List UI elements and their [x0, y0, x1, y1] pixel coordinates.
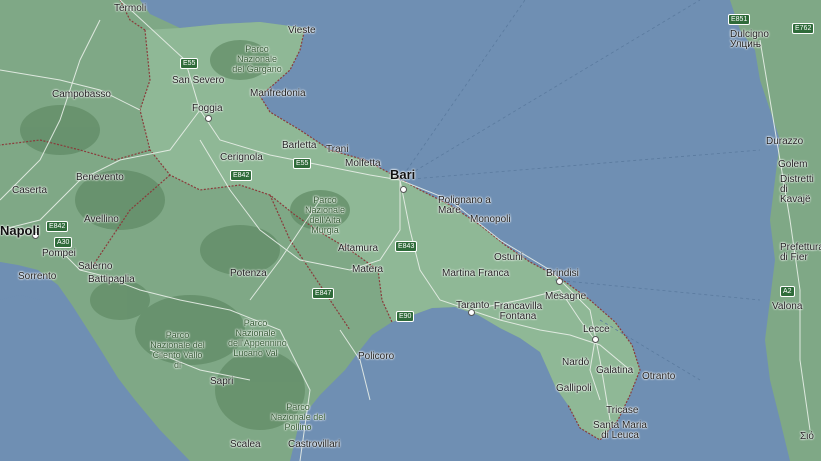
city-label-caserta[interactable]: Caserta: [12, 186, 47, 196]
city-label-durazzo[interactable]: Durazzo: [766, 137, 803, 147]
city-label-monopoli[interactable]: Monopoli: [470, 215, 511, 225]
road-shield-e851: E851: [728, 14, 751, 25]
city-label-benevento[interactable]: Benevento: [76, 173, 124, 183]
city-label-kavaje[interactable]: Distretti di Kavajë: [780, 175, 820, 205]
city-label-polignano[interactable]: Polignano a Mare: [438, 196, 496, 216]
city-label-altamura[interactable]: Altamura: [338, 244, 378, 254]
city-label-avellino[interactable]: Avellino: [84, 215, 119, 225]
road-shield-e55-mid: E55: [293, 158, 312, 169]
road-shield-e847: E847: [312, 288, 335, 299]
city-label-brindisi[interactable]: Brindisi: [546, 269, 579, 279]
city-label-tricase[interactable]: Tricase: [606, 406, 638, 416]
road-shield-e762: E762: [792, 23, 815, 34]
city-label-otranto[interactable]: Otranto: [642, 372, 675, 382]
city-label-martina[interactable]: Martina Franca: [442, 269, 509, 279]
road-shield-a2: A2: [780, 286, 795, 297]
city-label-mesagne[interactable]: Mesagne: [545, 292, 586, 302]
city-label-san-severo[interactable]: San Severo: [172, 76, 224, 86]
city-label-valona[interactable]: Valona: [772, 302, 802, 312]
road-shield-a30: A30: [54, 237, 73, 248]
bari-dot: [400, 186, 407, 193]
park-label-gargano[interactable]: Parco Nazionale del Gargano: [232, 44, 282, 74]
city-label-pompei[interactable]: Pompei: [42, 249, 76, 259]
park-label-pollino[interactable]: Parco Nazionale del Pollino: [268, 402, 328, 432]
city-label-galatina[interactable]: Galatina: [596, 366, 633, 376]
city-label-bari[interactable]: Bari: [390, 168, 415, 181]
city-label-sapri[interactable]: Sapri: [210, 377, 233, 387]
city-label-fier[interactable]: Prefettura di Fier: [780, 243, 821, 263]
city-label-scalea[interactable]: Scalea: [230, 440, 261, 450]
city-label-ostuni[interactable]: Ostuni: [494, 253, 523, 263]
city-label-manfredonia[interactable]: Manfredonia: [250, 89, 306, 99]
brindisi-dot: [556, 278, 563, 285]
city-label-santa-maria[interactable]: Santa Maria di Leuca: [590, 421, 650, 441]
park-label-appennino[interactable]: Parco Nazionale dell'Appennino Lucano Va…: [228, 318, 287, 358]
city-label-vieste[interactable]: Vieste: [288, 26, 316, 36]
city-label-sigma[interactable]: Σιό: [800, 432, 814, 442]
park-label-alta-murgia[interactable]: Parco Nazionale dell'Alta Murgia: [300, 195, 350, 235]
map-base: [0, 0, 821, 461]
city-label-potenza[interactable]: Potenza: [230, 269, 267, 279]
city-label-castrovillari[interactable]: Castrovillari: [288, 440, 340, 450]
city-label-gallipoli[interactable]: Gallipoli: [556, 384, 592, 394]
city-label-trani[interactable]: Trani: [326, 145, 348, 155]
city-label-napoli[interactable]: Napoli: [0, 224, 40, 237]
city-label-battipaglia[interactable]: Battipaglia: [88, 275, 135, 285]
map-canvas[interactable]: Bari Napoli Termoli Vieste San Severo Ma…: [0, 0, 821, 461]
city-label-cerignola[interactable]: Cerignola: [220, 153, 263, 163]
city-label-sorrento[interactable]: Sorrento: [18, 272, 56, 282]
road-shield-e842-b: E842: [46, 221, 69, 232]
city-label-foggia[interactable]: Foggia: [192, 104, 223, 114]
park-label-cilento[interactable]: Parco Nazionale del Cilento Vallo di: [150, 330, 205, 370]
city-label-molfetta[interactable]: Molfetta: [345, 159, 381, 169]
road-shield-e55-north: E55: [180, 58, 199, 69]
city-label-lecce[interactable]: Lecce: [583, 325, 610, 335]
city-label-matera[interactable]: Matera: [352, 265, 383, 275]
city-label-termoli[interactable]: Termoli: [114, 4, 146, 14]
city-label-policoro[interactable]: Policoro: [358, 352, 394, 362]
road-shield-e90: E90: [396, 311, 415, 322]
road-shield-e843: E843: [395, 241, 418, 252]
city-label-campobasso[interactable]: Campobasso: [52, 90, 111, 100]
city-label-barletta[interactable]: Barletta: [282, 141, 316, 151]
city-label-francavilla[interactable]: Francavilla Fontana: [488, 302, 548, 322]
foggia-dot: [205, 115, 212, 122]
road-shield-e842-a: E842: [230, 170, 253, 181]
city-label-taranto[interactable]: Taranto: [456, 301, 489, 311]
city-label-salerno[interactable]: Salerno: [78, 262, 112, 272]
lecce-dot: [592, 336, 599, 343]
city-label-dulcigno[interactable]: Dulcigno Улцињ: [730, 30, 770, 50]
city-label-nardo[interactable]: Nardò: [562, 358, 589, 368]
city-label-golem[interactable]: Golem: [778, 160, 807, 170]
